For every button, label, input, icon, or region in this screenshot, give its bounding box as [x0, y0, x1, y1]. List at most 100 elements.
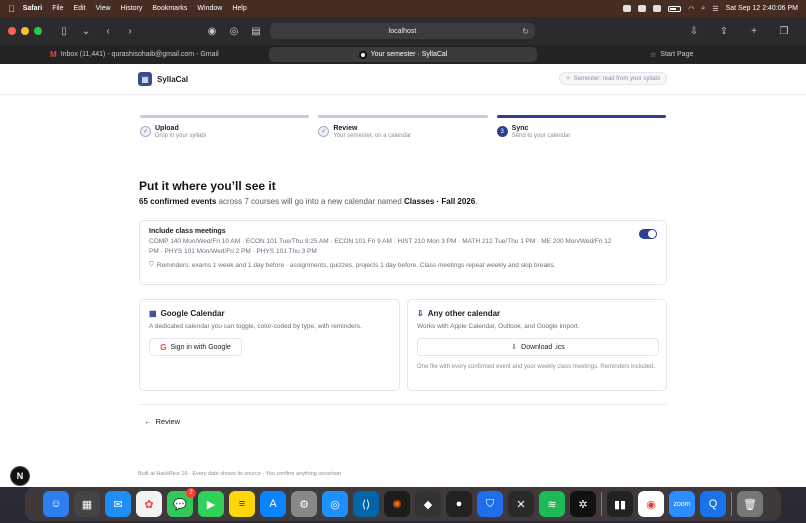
photos-icon[interactable]: ✿ — [136, 491, 162, 517]
quickshare-icon[interactable]: Q — [700, 491, 726, 517]
step-sync[interactable]: 3 Sync Send to your calendar — [496, 115, 666, 139]
back-arrow-icon[interactable]: ‹ — [100, 24, 116, 38]
trash-icon[interactable]: 🗑 — [737, 491, 763, 517]
new-tab-icon[interactable]: + — [746, 24, 762, 38]
arrow-left-icon: ← — [144, 417, 152, 426]
control-center-icon[interactable]: ☰ — [712, 5, 718, 13]
activity-monitor-icon[interactable]: ▮▮ — [607, 491, 633, 517]
system-settings-icon[interactable]: ⚙ — [291, 491, 317, 517]
step-subtitle: Your semester, on a calendar — [333, 133, 412, 139]
shield-icon: ⛉ — [149, 261, 154, 268]
step-review[interactable]: ✓ Review Your semester, on a calendar — [318, 115, 488, 139]
tab-overview-icon[interactable]: ❐ — [776, 24, 792, 38]
sign-in-google-button[interactable]: G Sign in with Google — [149, 338, 242, 356]
summary-end: . — [475, 197, 478, 206]
divider — [139, 404, 667, 405]
semester-badge: ✧ Semester: read from your syllabi — [558, 72, 667, 85]
footer-text: Built at HackRice 16 · Every date shows … — [138, 471, 341, 477]
menu-bar:  Safari File Edit View History Bookmark… — [0, 0, 806, 17]
wifi-icon[interactable]: ◠ — [688, 5, 694, 13]
menu-history[interactable]: History — [121, 5, 143, 12]
minimize-window-button[interactable] — [21, 27, 29, 35]
tab-label: Your semester · SyllaCal — [370, 51, 448, 58]
step-number: 3 — [496, 126, 508, 137]
x-app-icon[interactable]: ✕ — [508, 491, 534, 517]
status-app-icon[interactable] — [638, 5, 647, 12]
tab-gmail[interactable]: M Inbox (11,441) - qurashisohaib@gmail.c… — [0, 45, 269, 64]
fullscreen-window-button[interactable] — [34, 27, 42, 35]
chrome-icon[interactable]: ◉ — [638, 491, 664, 517]
calendar-logo-icon: ▦ — [138, 72, 152, 86]
facetime-icon[interactable]: ▶ — [198, 491, 224, 517]
menu-bookmarks[interactable]: Bookmarks — [152, 5, 187, 12]
app-store-icon[interactable]: A — [260, 491, 286, 517]
vscode-icon[interactable]: ⟨⟩ — [353, 491, 379, 517]
brand-name: SyllaCal — [157, 74, 189, 84]
status-app-icon[interactable] — [623, 5, 632, 12]
spotlight-icon[interactable]: ⌕ — [701, 5, 705, 13]
zoom-icon[interactable]: zoom — [669, 491, 695, 517]
launchpad-icon[interactable]: ▦ — [74, 491, 100, 517]
downloads-icon[interactable]: ⇩ — [686, 24, 702, 38]
extension-icon[interactable]: ◎ — [226, 24, 242, 38]
notes-icon[interactable]: ≡ — [229, 491, 255, 517]
reload-icon[interactable]: ↻ — [522, 27, 529, 36]
safari-icon[interactable]: ◎ — [322, 491, 348, 517]
spotify-icon[interactable]: ≋ — [539, 491, 565, 517]
tab-label: Start Page — [660, 51, 694, 58]
back-to-review-button[interactable]: ← Review — [144, 417, 180, 426]
step-progress-bar — [496, 115, 666, 118]
class-meetings-card: Include class meetings COMP 140 Mon/Wed/… — [139, 220, 667, 285]
dock-separator — [731, 492, 732, 516]
check-icon: ✓ — [140, 126, 151, 137]
step-subtitle: Send to your calendar — [511, 133, 571, 139]
finder-icon[interactable]: ☺ — [43, 491, 69, 517]
other-calendar-card: ⇩ Any other calendar Works with Apple Ca… — [407, 299, 667, 391]
messages-badge: 2 — [186, 488, 196, 498]
nextjs-dev-icon[interactable]: N — [10, 466, 30, 486]
status-app-icon[interactable] — [653, 5, 662, 12]
menu-clock[interactable]: Sat Sep 12 2:40:06 PM — [726, 5, 798, 12]
mail-icon[interactable]: ✉ — [105, 491, 131, 517]
download-ics-button[interactable]: ⇩ Download .ics — [417, 338, 659, 356]
tab-syllacal[interactable]: Your semester · SyllaCal — [268, 47, 538, 62]
class-meetings-list: COMP 140 Mon/Wed/Fri 10 AM · ECON 101 Tu… — [149, 238, 612, 255]
close-window-button[interactable] — [8, 27, 16, 35]
messages-icon[interactable]: 💬 2 — [167, 488, 196, 517]
step-progress-bar — [318, 115, 488, 118]
privacy-report-icon[interactable]: ◉ — [204, 24, 220, 38]
semester-badge-label: Semester: read from your syllabi — [573, 75, 660, 82]
sparkle-icon: ✧ — [565, 76, 571, 82]
brand[interactable]: ▦ SyllaCal — [138, 72, 188, 86]
github-icon[interactable]: ● — [446, 491, 472, 517]
menu-app-name[interactable]: Safari — [23, 5, 42, 12]
menu-help[interactable]: Help — [232, 5, 246, 12]
shield-app-icon[interactable]: ⛉ — [477, 491, 503, 517]
battery-icon[interactable] — [668, 5, 682, 12]
class-meetings-toggle[interactable] — [639, 229, 657, 239]
chatgpt-icon[interactable]: ✲ — [570, 491, 596, 517]
step-title: Sync — [511, 125, 529, 132]
google-calendar-label: Google Calendar — [160, 309, 225, 318]
tab-bar: M Inbox (11,441) - qurashisohaib@gmail.c… — [0, 45, 806, 64]
tab-start-page[interactable]: ☆ Start Page — [537, 45, 806, 64]
gmail-icon: M — [50, 50, 57, 59]
reader-icon[interactable]: ▤ — [248, 24, 264, 38]
share-icon[interactable]: ⇪ — [716, 24, 732, 38]
address-bar[interactable]: localhost ↻ — [270, 23, 535, 39]
menu-file[interactable]: File — [52, 5, 63, 12]
reminders-text: Reminders: exams 1 week and 1 day before… — [156, 261, 556, 269]
sidebar-toggle-icon[interactable]: ▯ — [56, 24, 72, 38]
menu-window[interactable]: Window — [197, 5, 222, 12]
cursor-icon[interactable]: ◆ — [415, 491, 441, 517]
calendar-name: Classes · Fall 2026 — [404, 197, 476, 206]
apple-icon[interactable]:  — [8, 4, 15, 14]
forward-arrow-icon[interactable]: › — [122, 24, 138, 38]
google-calendar-title: ▦ Google Calendar — [149, 309, 390, 318]
menu-view[interactable]: View — [96, 5, 111, 12]
chevron-down-icon[interactable]: ⌄ — [78, 24, 94, 38]
step-upload[interactable]: ✓ Upload Drop in your syllabi — [140, 115, 310, 139]
claude-icon[interactable]: ✺ — [384, 491, 410, 517]
menu-edit[interactable]: Edit — [74, 5, 86, 12]
calendar-icon: ▦ — [149, 309, 157, 318]
